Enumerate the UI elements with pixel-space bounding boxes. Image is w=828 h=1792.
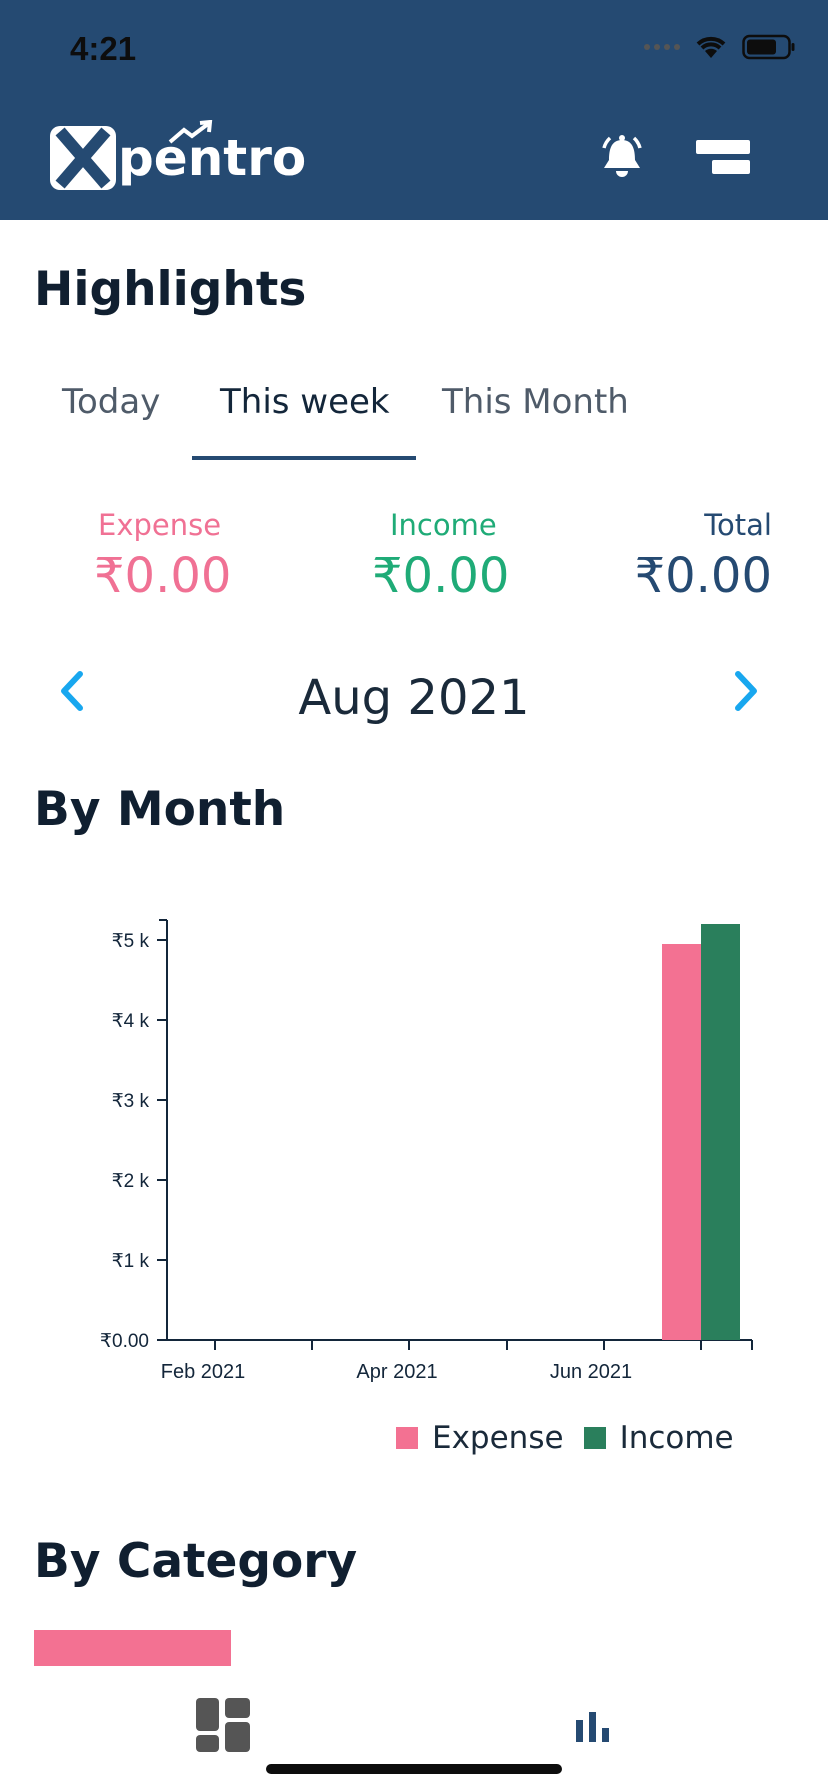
income-value: ₹0.00 (372, 548, 510, 604)
bar-expense (662, 944, 701, 1340)
logo-x-icon (50, 126, 116, 190)
income-label: Income (390, 508, 497, 542)
legend-item-income: Income (583, 1420, 734, 1456)
y-tick-label: ₹5 k (112, 931, 150, 952)
y-tick-label: ₹1 k (112, 1251, 150, 1272)
tab-today[interactable]: Today (62, 382, 160, 422)
tab-this-week[interactable]: This week (220, 382, 390, 422)
battery-icon (742, 34, 795, 60)
menu-icon[interactable] (696, 140, 752, 183)
signal-icon (644, 44, 680, 50)
legend-swatch-expense (396, 1427, 418, 1449)
x-tick-label: Apr 2021 (356, 1361, 437, 1383)
chart-legend: Expense Income (396, 1420, 754, 1456)
category-bar (34, 1630, 231, 1666)
y-tick-label: ₹0.00 (100, 1331, 149, 1352)
total-label: Total (704, 508, 772, 542)
x-tick-label: Jun 2021 (550, 1361, 632, 1383)
bottom-navigation (0, 1680, 828, 1792)
status-icons (644, 34, 796, 60)
legend-swatch-income (583, 1427, 606, 1449)
app-logo[interactable]: pentro (50, 120, 306, 190)
legend-label-income: Income (619, 1420, 734, 1456)
bar-chart-icon[interactable] (576, 1712, 610, 1747)
bar-income (701, 924, 740, 1340)
legend-label-expense: Expense (432, 1420, 564, 1456)
y-tick-label: ₹4 k (112, 1011, 150, 1032)
notification-bell-icon[interactable] (598, 134, 646, 185)
legend-item-expense: Expense (396, 1420, 564, 1456)
dashboard-icon[interactable] (196, 1698, 250, 1757)
highlights-title: Highlights (34, 262, 307, 317)
status-time: 4:21 (70, 30, 137, 67)
by-category-title: By Category (34, 1534, 358, 1589)
by-month-title: By Month (34, 782, 286, 837)
next-period-chevron-icon[interactable] (730, 670, 760, 717)
expense-value: ₹0.00 (94, 548, 232, 604)
y-tick-label: ₹3 k (112, 1091, 150, 1112)
period-tabs: Today This week This Month (0, 382, 828, 462)
app-header: 4:21 pentro (0, 0, 828, 220)
x-tick-label: Feb 2021 (161, 1361, 246, 1383)
monthly-bar-chart: ₹0.00 ₹1 k ₹2 k ₹3 k ₹4 k ₹5 k Feb 2021 Apr 202… (0, 880, 828, 1400)
period-label: Aug 2021 (298, 670, 530, 726)
tab-this-month[interactable]: This Month (442, 382, 629, 422)
chart-canvas: ₹0.00 ₹1 k ₹2 k ₹3 k ₹4 k ₹5 k Feb 2021 Apr 202… (100, 919, 753, 1383)
wifi-icon (696, 36, 726, 58)
y-tick-label: ₹2 k (112, 1171, 150, 1192)
active-tab-indicator (192, 456, 416, 460)
home-indicator (266, 1764, 562, 1774)
trend-arrow-icon (168, 120, 213, 144)
total-value: ₹0.00 (634, 548, 772, 604)
expense-label: Expense (98, 508, 222, 542)
